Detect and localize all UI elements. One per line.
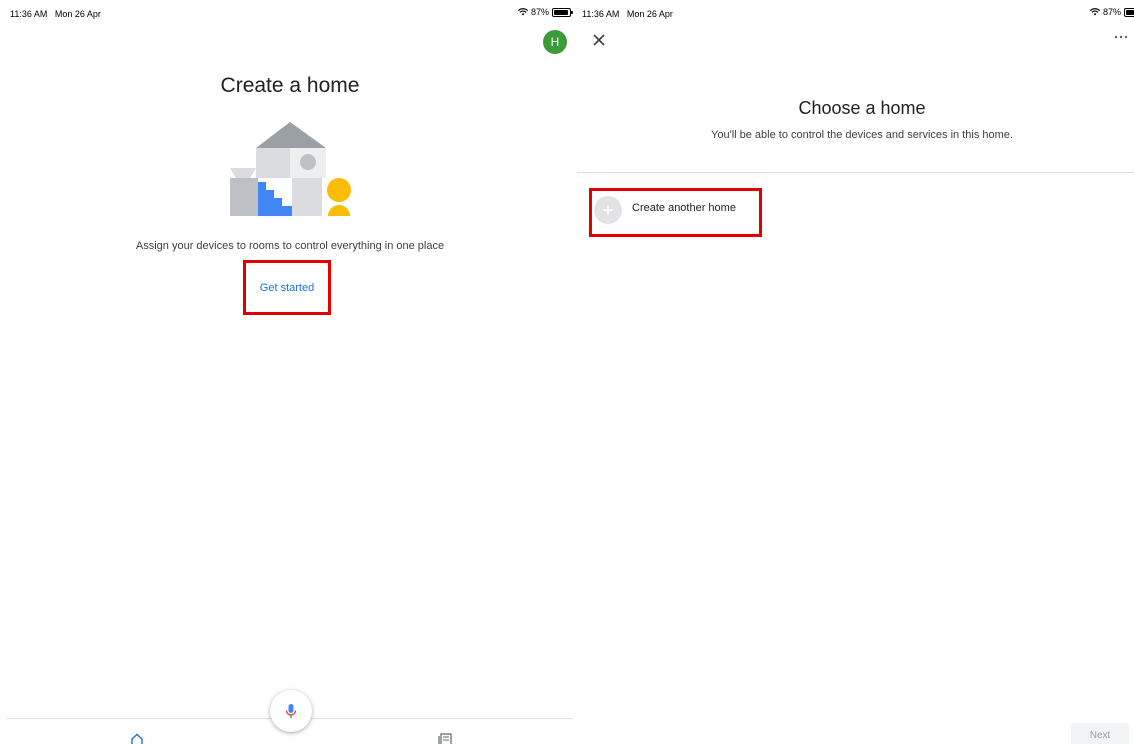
section-divider [577,172,1134,173]
avatar[interactable]: H [543,30,567,54]
status-time: 11:36 AM Mon 26 Apr [10,9,101,19]
subtitle-text: You'll be able to control the devices an… [711,129,1013,141]
battery-icon [552,7,573,17]
battery-percent: 87% [530,7,549,17]
home-icon[interactable] [130,732,144,744]
avatar-initial: H [550,35,560,49]
create-another-home-label: Create another home [632,202,736,214]
mic-button[interactable] [270,690,312,732]
page-title: Create a home [220,74,360,97]
create-another-home-item[interactable]: Create another home [589,188,762,237]
home-illustration [230,122,351,216]
page-title: Choose a home [798,98,926,118]
status-time: 11:36 AM Mon 26 Apr [582,9,673,19]
wifi-icon [1089,8,1100,16]
status-bar: 11:36 AM Mon 26 Apr 87% [0,0,577,26]
next-button[interactable]: Next [1071,723,1129,744]
feed-icon[interactable] [438,732,452,744]
get-started-label: Get started [259,281,315,294]
status-indicators: 87% [517,7,573,17]
description-text: Assign your devices to rooms to control … [135,240,445,252]
next-label: Next [1089,729,1111,741]
choose-home-screen: 11:36 AM Mon 26 Apr 87% Choose a home Yo… [577,0,1134,744]
get-started-button[interactable]: Get started [243,260,331,315]
battery-icon [1124,7,1134,17]
plus-icon [594,196,622,224]
mic-icon [285,704,297,718]
wifi-icon [517,8,528,16]
close-icon[interactable] [591,32,607,48]
create-home-screen: 11:36 AM Mon 26 Apr 87% H Create a home … [0,0,577,744]
more-icon[interactable] [1114,34,1128,40]
status-indicators: 87% [1089,7,1134,17]
battery-percent: 87% [1102,7,1121,17]
status-bar: 11:36 AM Mon 26 Apr 87% [577,0,1134,26]
